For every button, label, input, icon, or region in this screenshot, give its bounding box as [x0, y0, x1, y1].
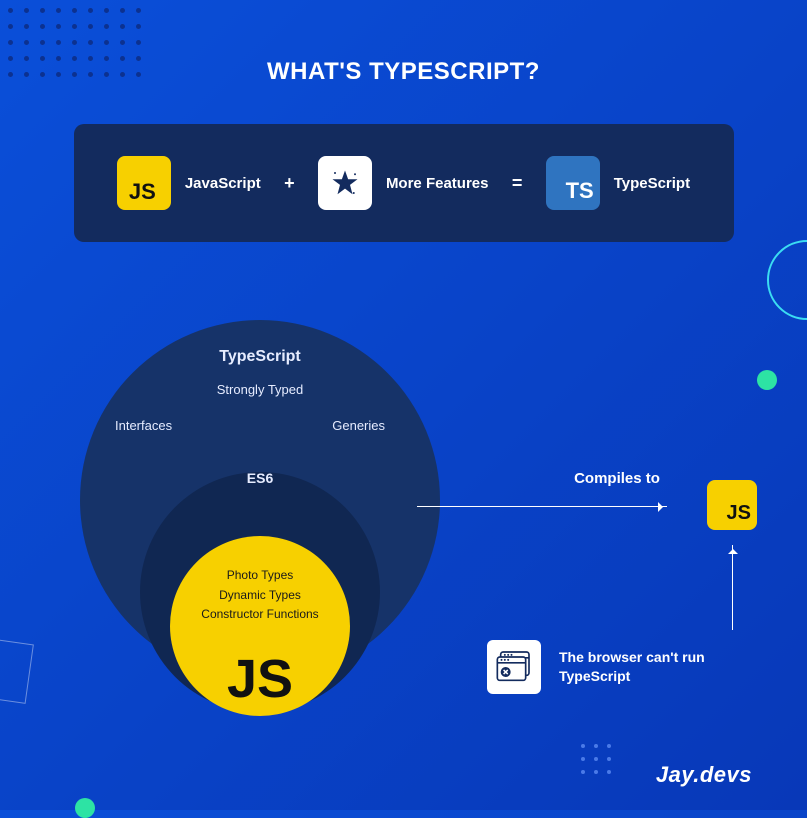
arrow-up-icon — [732, 545, 733, 630]
js-target-icon: JS — [707, 480, 757, 530]
plus-operator: + — [284, 173, 295, 194]
deco-dot-grid-small — [581, 744, 612, 775]
arrow-right-icon — [417, 506, 667, 507]
venn-inner-l2: Dynamic Types — [170, 586, 350, 605]
deco-dot-grid — [8, 8, 142, 78]
eq-ts: TS TypeScript — [546, 156, 690, 210]
browser-note: The browser can't run TypeScript — [559, 648, 719, 686]
deco-square — [0, 636, 34, 704]
venn-es6-title: ES6 — [80, 470, 440, 486]
deco-arc — [767, 240, 807, 320]
brand-logo: Jay.devs — [656, 762, 752, 788]
venn-strongly-typed: Strongly Typed — [80, 382, 440, 397]
eq-features-label: More Features — [386, 175, 489, 192]
js-icon: JS — [117, 156, 171, 210]
deco-dot-green — [757, 370, 777, 390]
venn-generics: Generies — [332, 418, 385, 433]
deco-dot-green — [75, 798, 95, 818]
venn-inner-js: JS — [170, 648, 350, 710]
browser-icon — [487, 640, 541, 694]
compile-flow: Compiles to JS The browser can't run Typ… — [497, 470, 757, 497]
eq-js-label: JavaScript — [185, 175, 261, 192]
venn-diagram: TypeScript Strongly Typed Interfaces Gen… — [80, 320, 440, 720]
venn-inner-labels: Photo Types Dynamic Types Constructor Fu… — [170, 566, 350, 624]
venn-inner-l1: Photo Types — [170, 566, 350, 585]
eq-features: More Features — [318, 156, 489, 210]
browser-row: The browser can't run TypeScript — [487, 640, 719, 694]
equals-operator: = — [512, 173, 523, 194]
equation-card: JS JavaScript + More Features = TS TypeS… — [74, 124, 734, 242]
venn-inner-l3: Constructor Functions — [170, 605, 350, 624]
eq-js: JS JavaScript — [117, 156, 261, 210]
ts-icon: TS — [546, 156, 600, 210]
eq-ts-label: TypeScript — [614, 175, 690, 192]
venn-interfaces: Interfaces — [115, 418, 172, 433]
venn-outer-title: TypeScript — [80, 348, 440, 366]
star-icon — [318, 156, 372, 210]
